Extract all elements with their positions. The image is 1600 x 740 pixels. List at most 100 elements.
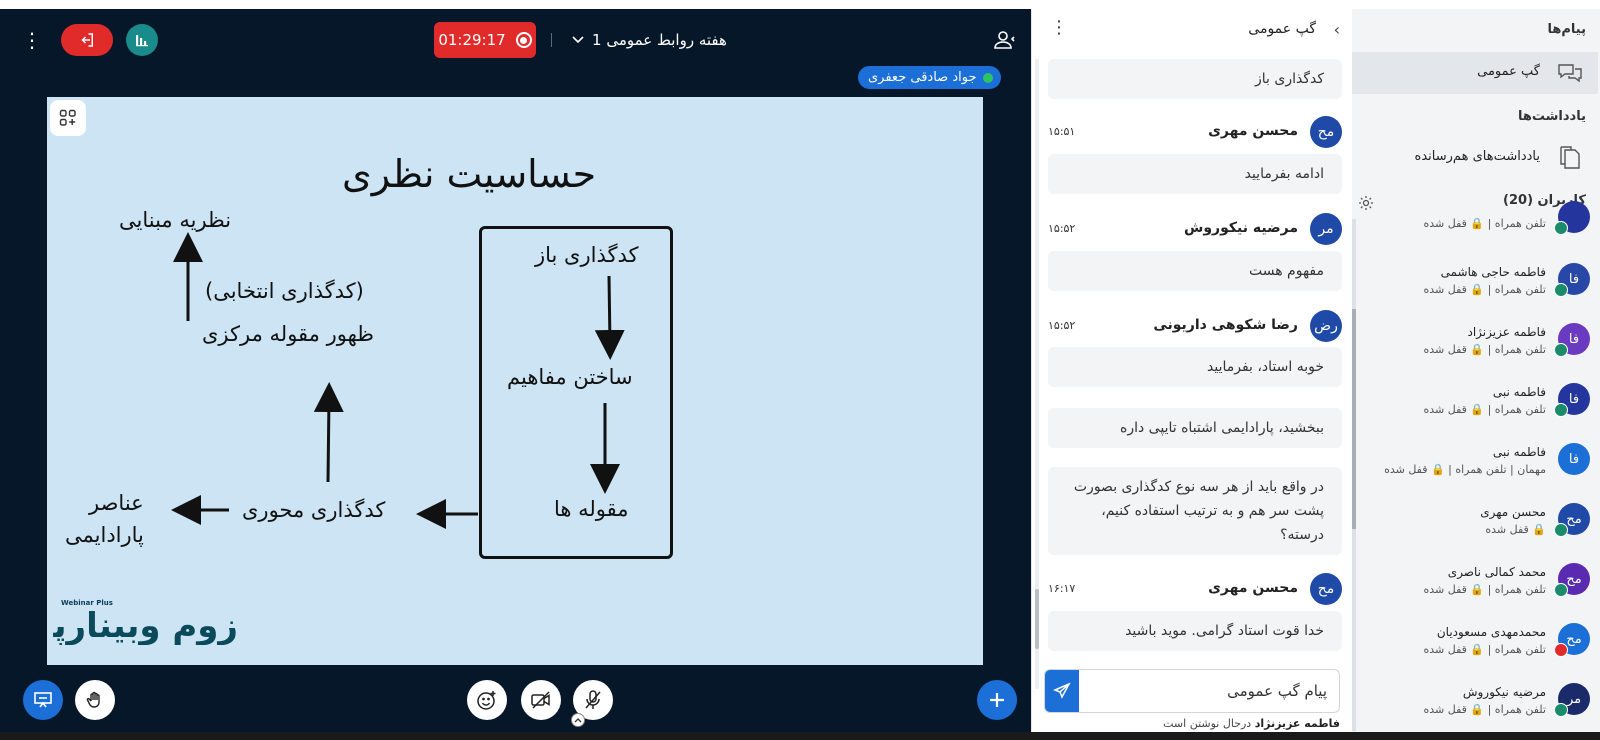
user-list-item[interactable]: مح محمد کمالی ناصری تلفن همراه | 🔒 قفل ش… <box>1352 563 1598 623</box>
logout-icon <box>81 33 93 47</box>
chat-input-box <box>1044 669 1340 713</box>
public-chat-panel: ⋮ ‹ گپ عمومی کدگذاری باز مح محسن مهری ۱۵… <box>1031 9 1352 732</box>
camera-off-icon <box>531 691 550 709</box>
user-status: 🔒 قفل شده <box>1485 523 1546 536</box>
notes-icon <box>1560 146 1580 169</box>
phone-status-icon <box>1554 703 1568 717</box>
user-status: مهمان | تلفن همراه | 🔒 قفل شده <box>1384 463 1546 476</box>
phone-status-icon <box>1554 343 1568 357</box>
user-status: تلفن همراه | 🔒 قفل شده <box>1423 583 1546 596</box>
user-name: محسن مهری <box>1480 505 1546 519</box>
timer-text: 01:29:17 <box>438 31 506 49</box>
top-strip <box>0 0 1600 9</box>
typing-indicator: فاطمه عزیزنژاد درحال نوشتن است <box>1044 717 1340 730</box>
user-status: تلفن همراه | 🔒 قفل شده <box>1423 217 1546 230</box>
message-time: ۱۶:۱۷ <box>1048 582 1076 595</box>
avatar: فا <box>1558 443 1590 475</box>
user-status: تلفن همراه | 🔒 قفل شده <box>1423 403 1546 416</box>
chat-message: ببخشید، پارادایمی اشتباه تایپی داره <box>1048 408 1342 448</box>
sender-name: رضا شکوهی داریونی <box>1153 317 1298 333</box>
chat-message: خدا قوت استاد گرامی. موید باشید <box>1048 611 1342 651</box>
chevron-left-icon[interactable]: ‹ <box>1334 20 1340 39</box>
chat-message-header: مح محسن مهری ۱۶:۱۷ <box>1048 573 1342 607</box>
sidebar-item-label: گپ عمومی <box>1477 64 1540 79</box>
chat-message-input[interactable] <box>1079 670 1339 712</box>
zoom-webinarplus-logo: Webinar Plus زوم وبینارپلاس <box>53 599 238 645</box>
user-list-item[interactable]: فا فاطمه عزیزنژاد تلفن همراه | 🔒 قفل شده <box>1352 323 1598 383</box>
raise-hand-button[interactable] <box>75 680 115 720</box>
app-window: ⋮ 01:29:17 هفته روابط عمومی 1 جواد صادقی… <box>0 0 1600 740</box>
user-status: تلفن همراه | 🔒 قفل شده <box>1423 703 1546 716</box>
user-name: مرضیه نیکوروش <box>1462 685 1546 699</box>
typing-text: درحال نوشتن است <box>1163 717 1252 730</box>
microphone-icon <box>982 72 993 83</box>
user-list-item[interactable]: فا فاطمه حاجی هاشمی تلفن همراه | 🔒 قفل ش… <box>1352 263 1598 323</box>
user-list-icon <box>994 31 1015 49</box>
user-list-item[interactable]: مح محمدمهدی مسعودیان تلفن همراه | 🔒 قفل … <box>1352 623 1598 683</box>
arrow-open-to-concepts <box>594 275 625 360</box>
bottom-strip <box>0 732 1600 740</box>
avatar: مح <box>1310 116 1342 148</box>
presentation-button[interactable] <box>23 680 63 720</box>
chat-message: مفهوم هست <box>1048 251 1342 291</box>
chevron-up-icon <box>574 718 582 723</box>
chat-title[interactable]: گپ عمومی <box>1248 21 1316 37</box>
phone-status-icon <box>1554 283 1568 297</box>
avatar: رض <box>1310 310 1342 342</box>
avatar: مر <box>1310 213 1342 245</box>
hand-icon <box>86 691 100 708</box>
statistics-button[interactable] <box>126 24 158 56</box>
chat-message-header: رض رضا شکوهی داریونی ۱۵:۵۲ <box>1048 310 1342 344</box>
emoji-add-icon <box>477 691 496 710</box>
chat-scrollbar-thumb[interactable] <box>1035 589 1039 649</box>
presentation-slide: حساسیت نظری نظریه مبنایی (کدگذاری انتخاب… <box>47 97 983 665</box>
more-options-icon[interactable]: ⋮ <box>22 29 42 53</box>
current-speaker-badge: جواد صادقی جعفری <box>858 66 1001 89</box>
typing-user: فاطمه عزیزنژاد <box>1254 717 1340 730</box>
send-button[interactable] <box>1045 670 1079 712</box>
chat-header: ⋮ ‹ گپ عمومی <box>1032 9 1352 51</box>
recording-timer[interactable]: 01:29:17 <box>434 22 536 58</box>
chat-message: خوبه استاد، بفرمایید <box>1048 347 1342 387</box>
phone-status-icon <box>1554 221 1568 235</box>
sidebar-item-shared-notes[interactable]: یادداشت‌های هم‌رسانده <box>1352 137 1598 179</box>
user-name: محمدمهدی مسعودیان <box>1436 625 1546 639</box>
bar-chart-icon <box>136 35 148 47</box>
user-name: فاطمه عزیزنژاد <box>1467 325 1546 339</box>
arrow-axial-to-core <box>313 382 344 483</box>
sidebar-item-public-chat[interactable]: گپ عمومی <box>1352 52 1598 94</box>
user-list-item[interactable]: فا فاطمه نبی تلفن همراه | 🔒 قفل شده <box>1352 383 1598 443</box>
record-icon <box>515 32 532 48</box>
user-name: فاطمه نبی <box>1492 445 1546 459</box>
reactions-button[interactable] <box>467 680 507 720</box>
message-time: ۱۵:۵۱ <box>1048 125 1076 138</box>
user-status: تلفن همراه | 🔒 قفل شده <box>1423 283 1546 296</box>
notes-heading: یادداشت‌ها <box>1517 109 1586 124</box>
actions-button[interactable] <box>977 680 1017 720</box>
phone-status-icon <box>1554 583 1568 597</box>
chat-message: کدگذاری باز <box>1048 59 1342 99</box>
user-name: محمد کمالی ناصری <box>1447 565 1546 579</box>
chat-message-header: مح محسن مهری ۱۵:۵۱ <box>1048 116 1342 150</box>
messages-heading: پیام‌ها <box>1547 22 1587 37</box>
microphone-off-icon <box>585 690 601 709</box>
speaker-name: جواد صادقی جعفری <box>868 70 977 85</box>
chat-options-icon[interactable]: ⋮ <box>1050 17 1068 38</box>
chat-message-header: مر مرضیه نیکوروش ۱۵:۵۲ <box>1048 213 1342 247</box>
leave-meeting-button[interactable] <box>61 24 113 56</box>
audio-options-button[interactable] <box>571 713 585 727</box>
plus-icon <box>990 693 1004 707</box>
meeting-title-dropdown[interactable]: هفته روابط عمومی 1 <box>572 29 727 51</box>
user-list-item[interactable]: مح محسن مهری 🔒 قفل شده <box>1352 503 1598 563</box>
user-list-item[interactable]: فا فاطمه نبی مهمان | تلفن همراه | 🔒 قفل … <box>1352 443 1598 503</box>
message-time: ۱۵:۵۲ <box>1048 222 1076 235</box>
user-name: فاطمه نبی <box>1492 385 1546 399</box>
sender-name: مرضیه نیکوروش <box>1184 220 1298 236</box>
sender-name: محسن مهری <box>1208 580 1298 596</box>
phone-status-icon <box>1554 403 1568 417</box>
camera-toggle-button[interactable] <box>521 680 561 720</box>
user-list-item[interactable]: تلفن همراه | 🔒 قفل شده <box>1352 201 1598 267</box>
slide-arrows <box>171 232 625 529</box>
presentation-area: ⋮ 01:29:17 هفته روابط عمومی 1 جواد صادقی… <box>0 9 1031 732</box>
toggle-users-button[interactable] <box>992 27 1018 53</box>
